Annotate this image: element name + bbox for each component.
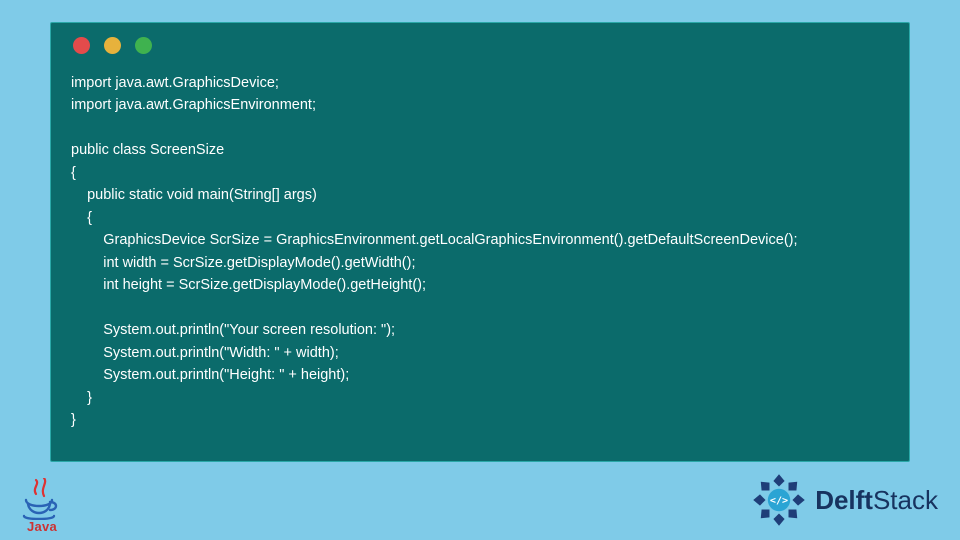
footer: Java </> xyxy=(0,464,960,534)
maximize-icon[interactable] xyxy=(135,37,152,54)
delftstack-logo: </> DelftStack xyxy=(751,472,938,528)
code-window: import java.awt.GraphicsDevice; import j… xyxy=(50,22,910,462)
java-cup-icon xyxy=(22,498,62,520)
close-icon[interactable] xyxy=(73,37,90,54)
minimize-icon[interactable] xyxy=(104,37,121,54)
delftstack-badge-icon: </> xyxy=(751,472,807,528)
svg-text:</>: </> xyxy=(770,495,788,506)
java-logo: Java xyxy=(18,484,66,534)
java-steam-icon xyxy=(30,478,56,500)
code-block: import java.awt.GraphicsDevice; import j… xyxy=(71,72,889,432)
window-traffic-lights xyxy=(73,37,889,54)
java-label: Java xyxy=(18,519,66,534)
delftstack-label: DelftStack xyxy=(815,485,938,516)
